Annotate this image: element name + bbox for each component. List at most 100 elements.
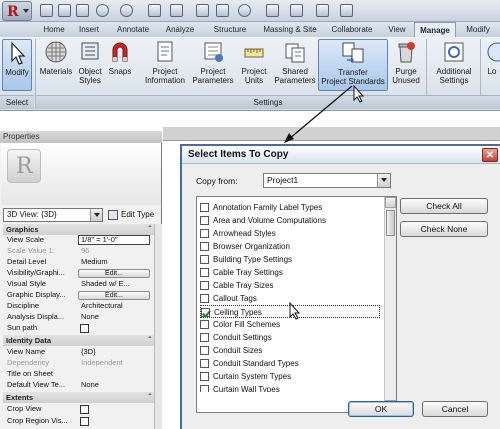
view-scale-field[interactable]: 1/8" = 1'-0" bbox=[78, 235, 150, 245]
chevron-down-icon[interactable] bbox=[90, 209, 102, 221]
sun-path-checkbox[interactable] bbox=[80, 324, 89, 333]
section-icon[interactable] bbox=[266, 4, 279, 17]
mouse-pointer-icon bbox=[11, 41, 26, 65]
list-item[interactable]: Browser Organization bbox=[200, 240, 380, 253]
open-icon[interactable] bbox=[40, 4, 53, 17]
prop-detail-level[interactable]: Detail Level Medium bbox=[3, 257, 154, 267]
item-checkbox[interactable] bbox=[200, 294, 209, 303]
item-checkbox-checked[interactable] bbox=[201, 308, 210, 317]
tab-home[interactable]: Home bbox=[40, 22, 68, 37]
item-checkbox[interactable] bbox=[200, 255, 209, 264]
location-button[interactable]: Lo bbox=[484, 39, 500, 91]
list-item[interactable]: Annotation Family Label Types bbox=[200, 201, 380, 214]
list-item[interactable]: Cable Tray Sizes bbox=[200, 279, 380, 292]
project-units-button[interactable]: Project Units bbox=[238, 39, 270, 91]
prop-analysis-display[interactable]: Analysis Displa... None bbox=[3, 312, 154, 322]
scroll-thumb[interactable] bbox=[386, 210, 395, 236]
item-checkbox[interactable] bbox=[200, 346, 209, 355]
project-information-button[interactable]: Project Information bbox=[142, 39, 188, 91]
list-item[interactable]: Conduit Settings bbox=[200, 331, 380, 344]
edit-type-button[interactable]: Edit Type bbox=[108, 208, 154, 222]
tab-structure[interactable]: Structure bbox=[208, 22, 252, 37]
visibility-edit-button[interactable]: Edit... bbox=[78, 269, 150, 278]
item-checkbox[interactable] bbox=[200, 385, 209, 392]
transfer-project-standards-button[interactable]: Transfer Project Standards bbox=[318, 39, 388, 91]
dimension-icon[interactable] bbox=[196, 4, 209, 17]
cancel-button[interactable]: Cancel bbox=[422, 401, 488, 417]
item-checkbox[interactable] bbox=[200, 359, 209, 368]
additional-settings-button[interactable]: Additional Settings bbox=[430, 39, 478, 91]
type-selector[interactable]: 3D View: {3D} bbox=[3, 208, 103, 222]
list-item[interactable]: Cable Tray Settings bbox=[200, 266, 380, 279]
prop-visual-style[interactable]: Visual Style Shaded w/ E... bbox=[3, 279, 154, 289]
list-scrollbar[interactable] bbox=[384, 197, 396, 412]
tab-manage[interactable]: Manage bbox=[414, 22, 456, 38]
text-icon[interactable] bbox=[216, 4, 229, 17]
graphic-display-edit-button[interactable]: Edit... bbox=[78, 291, 150, 300]
chevron-down-icon[interactable] bbox=[377, 174, 390, 187]
check-none-button[interactable]: Check None bbox=[400, 221, 488, 237]
undo-icon[interactable] bbox=[96, 4, 109, 17]
save-icon[interactable] bbox=[58, 4, 71, 17]
scroll-up-button[interactable] bbox=[385, 197, 396, 208]
item-checkbox[interactable] bbox=[200, 372, 209, 381]
prop-title-on-sheet[interactable]: Title on Sheet bbox=[3, 369, 154, 379]
collapse-icon[interactable]: ˆ bbox=[148, 224, 151, 235]
tab-view[interactable]: View bbox=[384, 22, 410, 37]
purge-unused-button[interactable]: Purge Unused bbox=[390, 39, 422, 91]
app-menu-button[interactable]: R bbox=[2, 1, 32, 21]
item-checkbox[interactable] bbox=[200, 203, 209, 212]
list-item[interactable]: Arrowhead Styles bbox=[200, 227, 380, 240]
tab-collaborate[interactable]: Collaborate bbox=[326, 22, 378, 37]
measure-icon[interactable] bbox=[170, 4, 183, 17]
prop-view-name[interactable]: View Name {3D} bbox=[3, 347, 154, 357]
snaps-button[interactable]: Snaps bbox=[106, 39, 134, 91]
item-checkbox[interactable] bbox=[200, 320, 209, 329]
list-item[interactable]: Building Type Settings bbox=[200, 253, 380, 266]
type-selector-value: 3D View: {3D} bbox=[7, 210, 57, 219]
object-styles-button[interactable]: Object Styles bbox=[76, 39, 104, 91]
item-checkbox[interactable] bbox=[200, 242, 209, 251]
item-checkbox[interactable] bbox=[200, 216, 209, 225]
group-extents[interactable]: Extents ˆ bbox=[3, 392, 154, 403]
ok-button[interactable]: OK bbox=[348, 401, 414, 417]
list-item[interactable]: Curtain System Types bbox=[200, 370, 380, 383]
tab-analyze[interactable]: Analyze bbox=[160, 22, 200, 37]
item-checkbox[interactable] bbox=[200, 229, 209, 238]
shared-parameters-button[interactable]: Shared Parameters bbox=[272, 39, 318, 91]
redo-icon[interactable] bbox=[120, 4, 133, 17]
check-all-button[interactable]: Check All bbox=[400, 198, 488, 214]
prop-default-view-template[interactable]: Default View Te... None bbox=[3, 380, 154, 390]
materials-button[interactable]: Materials bbox=[38, 39, 74, 91]
properties-scrollbar[interactable] bbox=[154, 224, 162, 429]
sync-icon[interactable] bbox=[76, 4, 89, 17]
tab-insert[interactable]: Insert bbox=[74, 22, 104, 37]
project-parameters-button[interactable]: Project Parameters bbox=[190, 39, 236, 91]
collapse-icon[interactable]: ˆ bbox=[148, 335, 151, 346]
default-3d-view-icon[interactable] bbox=[238, 4, 251, 17]
group-identity-data[interactable]: Identity Data ˆ bbox=[3, 335, 154, 346]
project-parameters-label-1: Project bbox=[200, 67, 226, 76]
list-item[interactable]: Area and Volume Computations bbox=[200, 214, 380, 227]
item-checkbox[interactable] bbox=[200, 333, 209, 342]
tab-modify[interactable]: Modify bbox=[460, 22, 496, 37]
list-item[interactable]: Curtain Wall Types bbox=[200, 383, 380, 392]
tab-massing-site[interactable]: Massing & Site bbox=[258, 22, 322, 37]
print-icon[interactable] bbox=[148, 4, 161, 17]
group-graphics[interactable]: Graphics ˆ bbox=[3, 224, 154, 235]
switch-windows-icon[interactable] bbox=[340, 4, 353, 17]
close-button[interactable]: ✕ bbox=[482, 148, 498, 162]
list-item[interactable]: Conduit Sizes bbox=[200, 344, 380, 357]
thin-lines-icon[interactable] bbox=[290, 4, 303, 17]
tab-annotate[interactable]: Annotate bbox=[112, 22, 154, 37]
crop-view-checkbox[interactable] bbox=[80, 405, 89, 414]
copy-from-select[interactable]: Project1 bbox=[263, 173, 391, 188]
close-hidden-icon[interactable] bbox=[316, 4, 329, 17]
prop-discipline[interactable]: Discipline Architectural bbox=[3, 301, 154, 311]
item-checkbox[interactable] bbox=[200, 268, 209, 277]
modify-button[interactable]: Modify bbox=[2, 39, 32, 91]
crop-region-visible-checkbox[interactable] bbox=[80, 417, 89, 426]
list-item[interactable]: Conduit Standard Types bbox=[200, 357, 380, 370]
item-checkbox[interactable] bbox=[200, 281, 209, 290]
collapse-icon[interactable]: ˆ bbox=[148, 392, 151, 403]
